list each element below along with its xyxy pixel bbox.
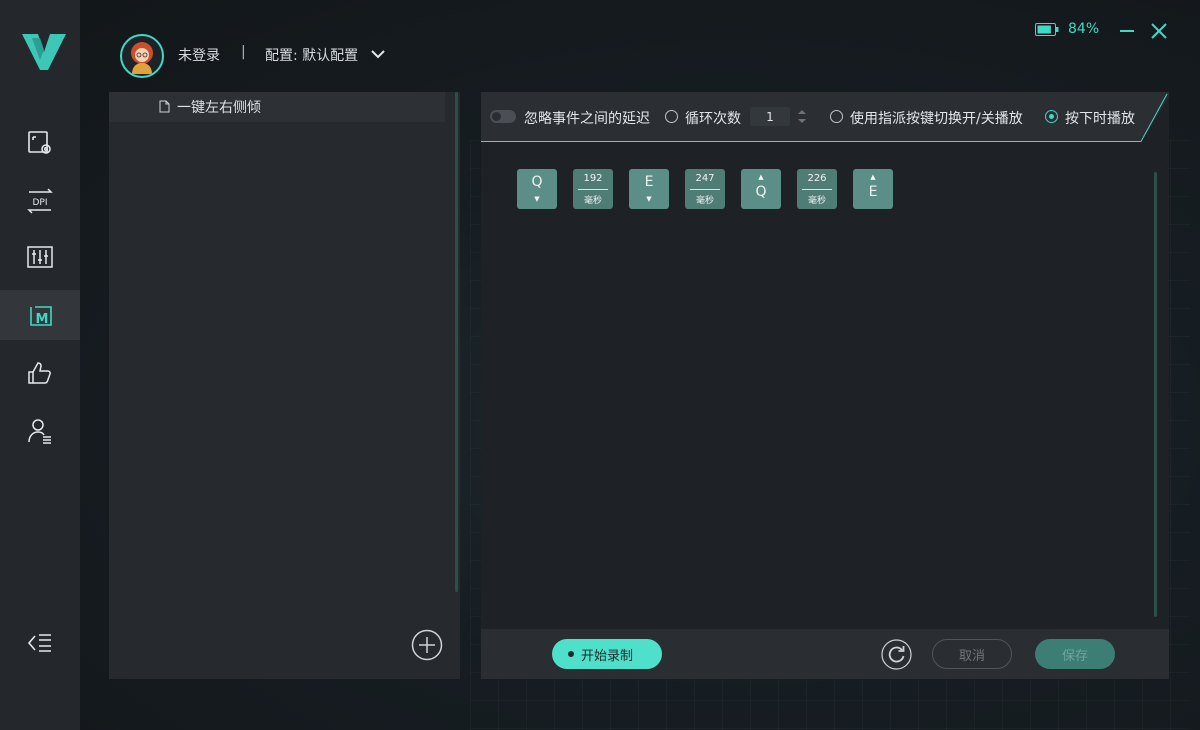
user-profile-icon [28, 419, 51, 444]
macro-name: 一键左右侧倾 [177, 100, 261, 116]
cancel-label: 取消 [958, 648, 985, 664]
start-recording-button[interactable]: 开始录制 [552, 639, 662, 669]
event-area-scrollbar[interactable] [1154, 172, 1157, 617]
macro-event-area [481, 144, 1169, 628]
sidebar: DPI M [0, 0, 80, 730]
key-label: Q [755, 184, 767, 200]
delay-unit: 毫秒 [695, 196, 714, 206]
avatar[interactable] [120, 34, 164, 78]
chevron-down-icon[interactable] [370, 46, 386, 62]
hold-mode-radio[interactable] [1045, 110, 1058, 123]
login-status[interactable]: 未登录 [178, 45, 220, 65]
record-dot-icon [568, 651, 574, 657]
macro-editor-panel: 忽略事件之间的延迟 循环次数 使用指派按键切换开/关播放 按下时播放 Q ▼ 1… [481, 92, 1169, 679]
delay-event-block[interactable]: 247 毫秒 [685, 169, 725, 209]
svg-text:M: M [36, 312, 49, 327]
sidebar-item-key-settings[interactable] [0, 118, 80, 168]
file-icon [159, 100, 170, 113]
loop-count-label: 循环次数 [685, 111, 741, 127]
close-icon[interactable] [1150, 22, 1168, 40]
cancel-button[interactable]: 取消 [932, 639, 1012, 669]
loop-count-input[interactable] [750, 107, 790, 126]
sidebar-item-user[interactable] [0, 406, 80, 456]
toggle-mode-label: 使用指派按键切换开/关播放 [850, 111, 1023, 127]
key-up-arrow-icon: ▲ [758, 173, 764, 181]
delay-unit: 毫秒 [807, 196, 826, 206]
key-event-block[interactable]: ▲ Q [741, 169, 781, 209]
editor-footer: 开始录制 取消 保存 [481, 629, 1169, 679]
key-label: E [868, 184, 878, 200]
key-event-block[interactable]: ▲ E [853, 169, 893, 209]
refresh-button[interactable] [881, 639, 912, 670]
collapse-menu-icon [27, 634, 51, 652]
minimize-icon[interactable] [1118, 22, 1136, 40]
collapse-sidebar-button[interactable] [0, 620, 80, 666]
battery-level-fill [1037, 25, 1051, 34]
refresh-icon [888, 646, 905, 663]
delay-divider [578, 189, 608, 190]
start-recording-label: 开始录制 [581, 648, 634, 664]
sidebar-item-dpi[interactable]: DPI [0, 176, 80, 226]
key-up-arrow-icon: ▲ [870, 173, 876, 181]
key-label: Q [531, 174, 543, 190]
delay-value: 226 [807, 173, 827, 184]
equalizer-icon [27, 246, 53, 268]
key-label: E [644, 174, 654, 190]
delay-event-block[interactable]: 192 毫秒 [573, 169, 613, 209]
loop-count-radio[interactable] [665, 110, 678, 123]
delay-unit: 毫秒 [583, 196, 602, 206]
avatar-icon [131, 42, 153, 74]
sidebar-item-macro[interactable]: M [0, 290, 80, 340]
dpi-icon: DPI [27, 188, 53, 214]
key-down-arrow-icon: ▼ [534, 195, 540, 203]
save-label: 保存 [1061, 648, 1088, 664]
svg-text:DPI: DPI [32, 198, 47, 208]
loop-count-stepper[interactable] [795, 107, 809, 126]
delay-divider [802, 189, 832, 190]
sidebar-item-recommend[interactable] [0, 348, 80, 398]
macro-icon: M [30, 306, 52, 327]
add-macro-button[interactable] [411, 629, 443, 661]
ignore-delay-toggle[interactable] [490, 110, 516, 123]
delay-divider [690, 189, 720, 190]
thumbs-up-icon [28, 362, 51, 384]
macro-list-item[interactable]: 一键左右侧倾 [109, 92, 445, 122]
playback-toolbar: 忽略事件之间的延迟 循环次数 使用指派按键切换开/关播放 按下时播放 [481, 92, 1169, 142]
v-logo-icon [22, 34, 66, 70]
toggle-mode-radio[interactable] [830, 110, 843, 123]
key-event-block[interactable]: Q ▼ [517, 169, 557, 209]
config-selector-label[interactable]: 配置: 默认配置 [265, 45, 358, 65]
key-settings-icon [28, 131, 51, 154]
macro-list-scrollbar[interactable] [455, 92, 458, 592]
macro-list-panel: 一键左右侧倾 [109, 92, 460, 679]
hold-mode-label: 按下时播放 [1065, 111, 1135, 127]
header-separator: | [241, 44, 246, 60]
battery-icon [1035, 23, 1059, 36]
delay-event-block[interactable]: 226 毫秒 [797, 169, 837, 209]
delay-value: 192 [583, 173, 603, 184]
ignore-delay-label: 忽略事件之间的延迟 [524, 111, 650, 127]
save-button[interactable]: 保存 [1035, 639, 1115, 669]
key-event-block[interactable]: E ▼ [629, 169, 669, 209]
delay-value: 247 [695, 173, 715, 184]
battery-percent: 84% [1068, 21, 1100, 37]
key-down-arrow-icon: ▼ [646, 195, 652, 203]
sidebar-item-equalizer[interactable] [0, 232, 80, 282]
